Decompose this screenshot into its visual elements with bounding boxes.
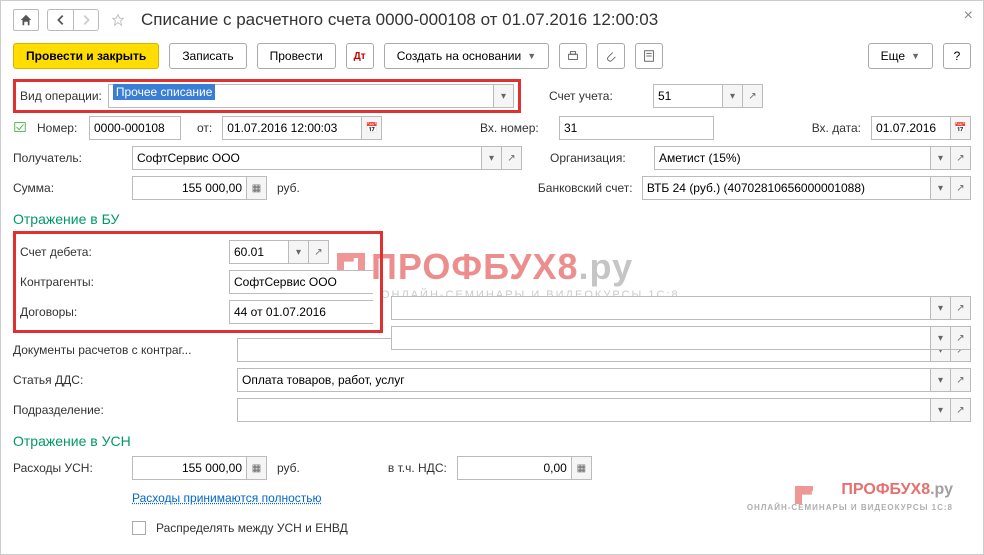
vh-nomer-input[interactable] [559, 116, 714, 140]
open-button[interactable]: ↗ [951, 326, 971, 350]
calc-button[interactable]: ▦ [247, 176, 267, 200]
calc-button[interactable]: ▦ [247, 456, 267, 480]
statya-dds-label: Статья ДДС: [13, 373, 233, 387]
dropdown-button[interactable]: ▾ [723, 84, 743, 108]
schet-ucheta-input[interactable] [653, 84, 723, 108]
dropdown-button[interactable]: ▾ [931, 326, 951, 350]
rashody-input[interactable] [132, 456, 247, 480]
vh-data-label: Вх. дата: [812, 121, 861, 135]
kontragenty-input[interactable] [229, 270, 373, 294]
raspredelyat-label: Распределять между УСН и ЕНВД [156, 521, 348, 535]
vid-operacii-input[interactable]: Прочее списание [108, 84, 494, 108]
report-button[interactable] [635, 43, 663, 69]
dokumenty-label: Документы расчетов с контраг... [13, 343, 233, 357]
dogovory-label: Договоры: [20, 305, 225, 319]
podrazdelenie-label: Подразделение: [13, 403, 233, 417]
open-button[interactable]: ↗ [951, 398, 971, 422]
kontragenty-label: Контрагенты: [20, 275, 225, 289]
dropdown-button[interactable]: ▾ [931, 146, 951, 170]
print-button[interactable] [559, 43, 587, 69]
open-button[interactable]: ↗ [502, 146, 522, 170]
zapisat-button[interactable]: Записать [169, 43, 246, 69]
chevron-down-icon: ▼ [911, 51, 920, 61]
provesti-button[interactable]: Провести [257, 43, 336, 69]
open-button[interactable]: ↗ [743, 84, 763, 108]
dropdown-button[interactable]: ▾ [289, 240, 309, 264]
calendar-button[interactable]: 📅 [362, 116, 382, 140]
dt-kt-button[interactable]: Дт [346, 43, 374, 69]
schet-debeta-label: Счет дебета: [20, 245, 225, 259]
nds-label: в т.ч. НДС: [388, 461, 447, 475]
usn-section-title: Отражение в УСН [13, 425, 971, 453]
dropdown-button[interactable]: ▾ [494, 84, 514, 108]
nds-input[interactable] [457, 456, 572, 480]
nomer-label: Номер: [37, 121, 85, 135]
poluchatel-label: Получатель: [13, 151, 128, 165]
open-button[interactable]: ↗ [951, 296, 971, 320]
favorite-button[interactable] [107, 9, 129, 31]
rashody-cur: руб. [277, 461, 300, 475]
ot-input[interactable] [222, 116, 362, 140]
nomer-input[interactable] [89, 116, 181, 140]
bank-schet-label: Банковский счет: [538, 181, 638, 195]
open-button[interactable]: ↗ [951, 146, 971, 170]
provesti-zakryt-button[interactable]: Провести и закрыть [13, 43, 159, 69]
help-button[interactable]: ? [943, 43, 971, 69]
close-button[interactable]: × [964, 7, 973, 25]
dogovory-ext-input[interactable] [391, 326, 931, 350]
organizaciya-input[interactable] [654, 146, 931, 170]
statya-dds-input[interactable] [237, 368, 931, 392]
raspredelyat-checkbox[interactable] [132, 521, 146, 535]
dropdown-button[interactable]: ▾ [931, 368, 951, 392]
status-icon [13, 120, 33, 137]
dropdown-button[interactable]: ▾ [931, 176, 951, 200]
schet-ucheta-label: Счет учета: [549, 89, 649, 103]
summa-cur: руб. [277, 181, 300, 195]
schet-debeta-input[interactable] [229, 240, 289, 264]
open-button[interactable]: ↗ [951, 368, 971, 392]
rashody-link[interactable]: Расходы принимаются полностью [132, 491, 322, 505]
back-button[interactable] [47, 9, 73, 31]
summa-input[interactable] [132, 176, 247, 200]
home-button[interactable] [13, 9, 39, 31]
summa-label: Сумма: [13, 181, 128, 195]
eshche-button[interactable]: Еще▼ [868, 43, 933, 69]
podrazdelenie-input[interactable] [237, 398, 931, 422]
rashody-label: Расходы УСН: [13, 461, 128, 475]
ot-label: от: [197, 121, 212, 135]
open-button[interactable]: ↗ [951, 176, 971, 200]
vh-nomer-label: Вх. номер: [480, 121, 555, 135]
kontragenty-ext-input[interactable] [391, 296, 931, 320]
organizaciya-label: Организация: [550, 151, 650, 165]
attach-button[interactable] [597, 43, 625, 69]
bu-section-title: Отражение в БУ [13, 203, 971, 231]
dogovory-input[interactable] [229, 300, 373, 324]
dropdown-button[interactable]: ▾ [931, 398, 951, 422]
calendar-button[interactable]: 📅 [951, 116, 971, 140]
sozdat-button[interactable]: Создать на основании▼ [384, 43, 549, 69]
window-title: Списание с расчетного счета 0000-000108 … [141, 10, 658, 30]
vid-operacii-label: Вид операции: [20, 89, 102, 103]
forward-button[interactable] [73, 9, 99, 31]
dropdown-button[interactable]: ▾ [482, 146, 502, 170]
calc-button[interactable]: ▦ [572, 456, 592, 480]
bank-schet-input[interactable] [642, 176, 931, 200]
poluchatel-input[interactable] [132, 146, 482, 170]
chevron-down-icon: ▼ [527, 51, 536, 61]
vh-data-input[interactable] [871, 116, 951, 140]
open-button[interactable]: ↗ [309, 240, 329, 264]
dropdown-button[interactable]: ▾ [931, 296, 951, 320]
